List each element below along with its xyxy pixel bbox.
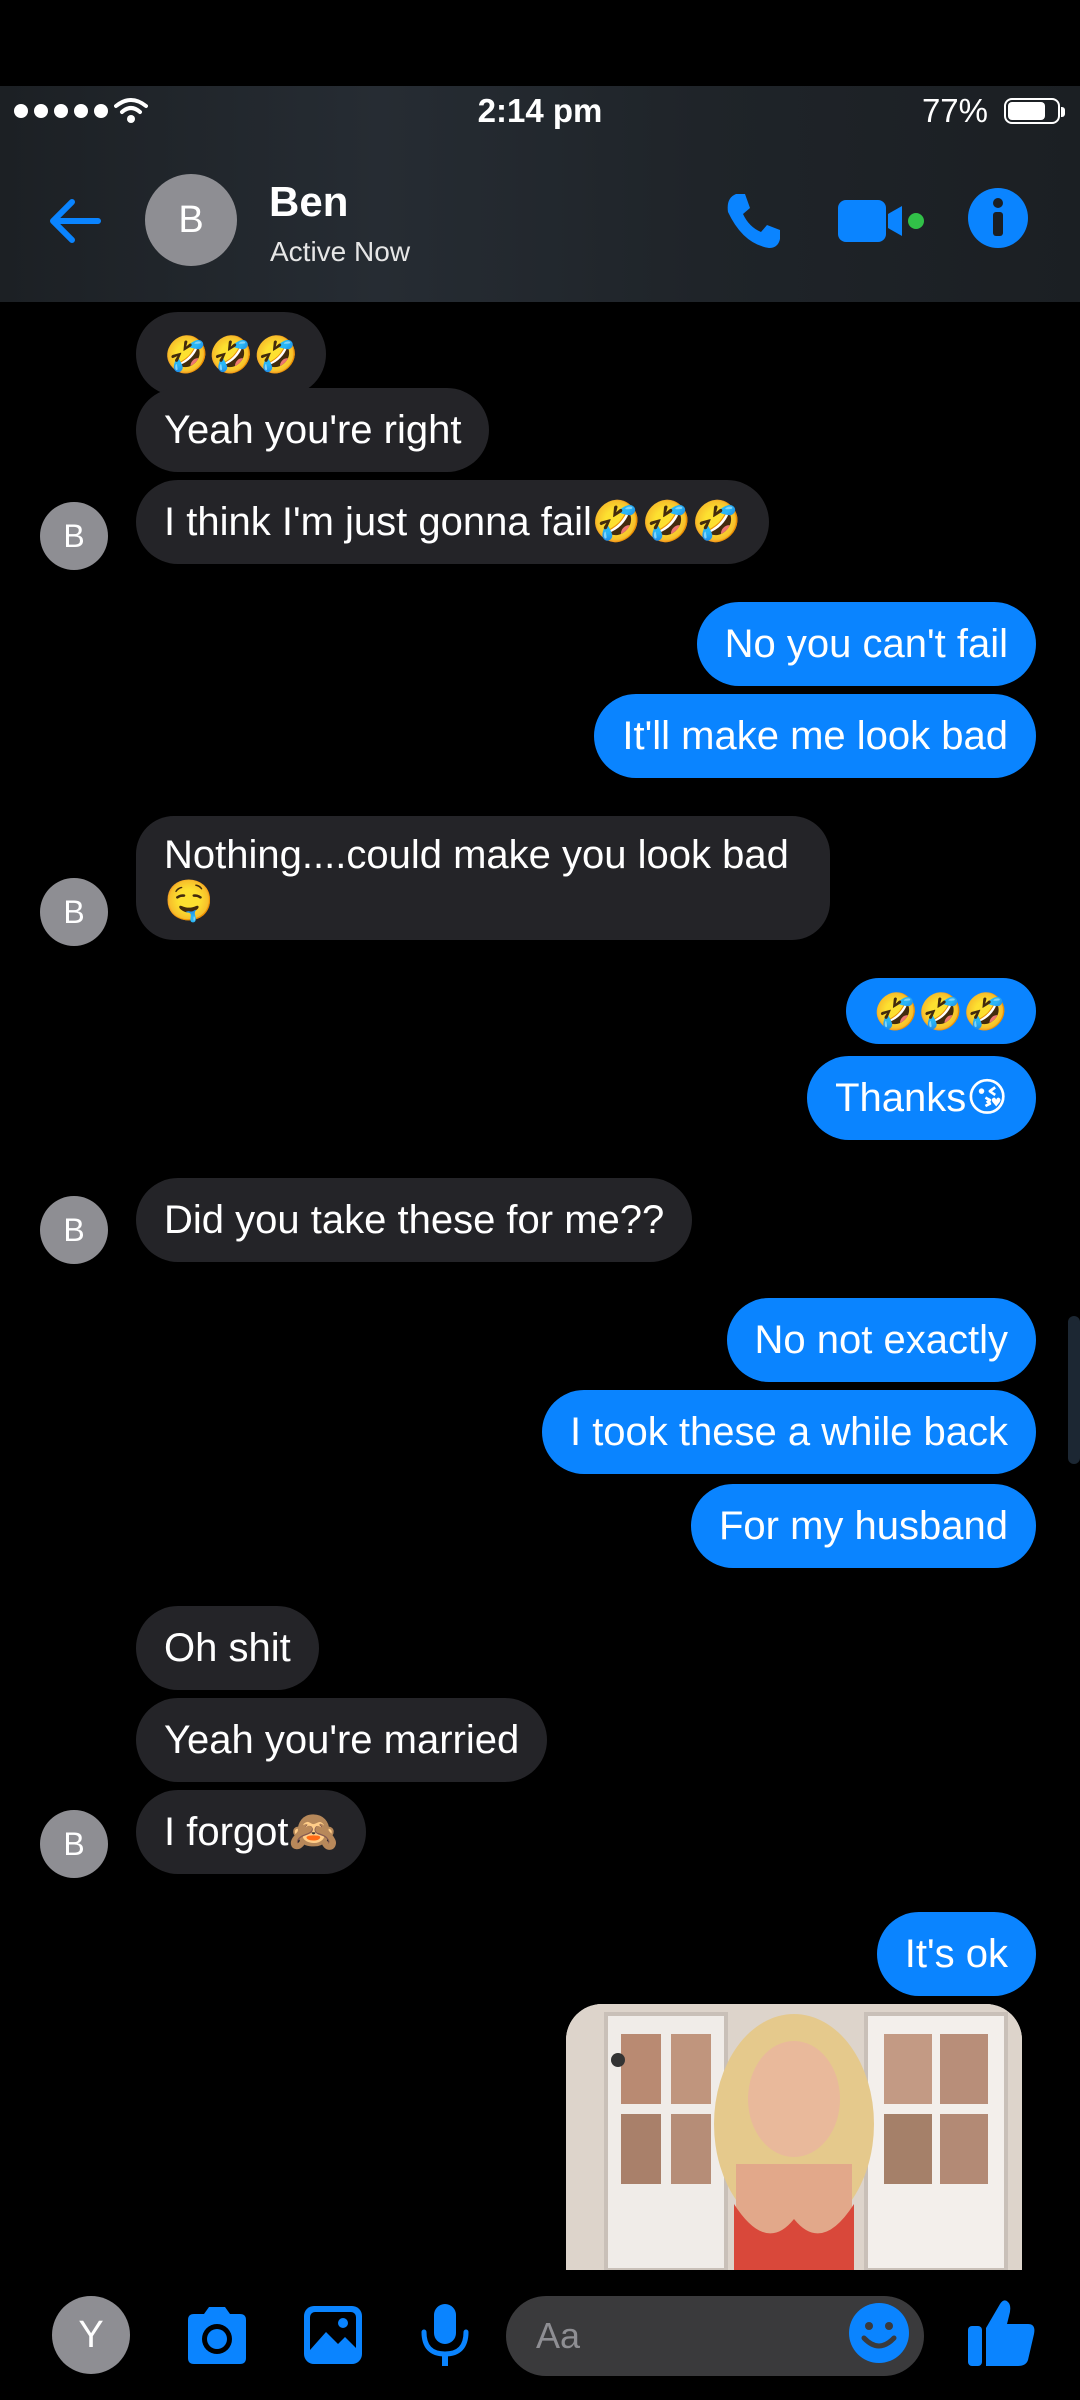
message-bubble-incoming[interactable]: Yeah you're married xyxy=(136,1698,548,1782)
message-bubble-outgoing[interactable]: No not exactly xyxy=(726,1298,1036,1382)
message-bubble-incoming[interactable]: Yeah you're right xyxy=(136,388,490,472)
thumbs-up-icon[interactable] xyxy=(964,2294,1040,2370)
messenger-chat-screen: 2:14 pm 77% B Ben Active Now 🤣🤣🤣 Yeah yo… xyxy=(0,0,1080,2400)
video-camera-icon[interactable] xyxy=(836,196,928,246)
message-bubble-outgoing[interactable]: No you can't fail xyxy=(696,602,1036,686)
message-bubble-incoming[interactable]: Nothing....could make you look bad 🤤 xyxy=(136,816,830,940)
status-time: 2:14 pm xyxy=(477,92,603,129)
phone-icon[interactable] xyxy=(718,186,788,256)
message-bubble-incoming[interactable]: I forgot🙈 xyxy=(136,1790,367,1874)
battery-percent: 77% xyxy=(921,92,988,129)
image-icon[interactable] xyxy=(298,2300,368,2370)
photo-image xyxy=(566,2004,1022,2270)
sender-avatar[interactable]: B xyxy=(40,1810,108,1878)
user-avatar[interactable]: Y xyxy=(52,2296,130,2374)
back-arrow-icon[interactable] xyxy=(40,186,110,256)
message-bubble-outgoing[interactable]: Thanks😘 xyxy=(807,1056,1036,1140)
contact-status: Active Now xyxy=(270,236,411,267)
message-bubble-outgoing[interactable]: 🤣🤣🤣 xyxy=(845,978,1036,1044)
sender-avatar[interactable]: B xyxy=(40,878,108,946)
scroll-indicator[interactable] xyxy=(1068,1316,1080,1464)
message-bubble-incoming[interactable]: Did you take these for me?? xyxy=(136,1178,693,1262)
message-bubble-incoming[interactable]: Oh shit xyxy=(136,1606,319,1690)
message-bubble-incoming[interactable]: 🤣🤣🤣 xyxy=(136,312,327,396)
camera-icon[interactable] xyxy=(182,2300,252,2370)
sender-avatar[interactable]: B xyxy=(40,502,108,570)
sender-avatar[interactable]: B xyxy=(40,1196,108,1264)
message-bubble-outgoing[interactable]: I took these a while back xyxy=(541,1390,1036,1474)
info-icon[interactable] xyxy=(966,186,1030,250)
microphone-icon[interactable] xyxy=(410,2300,480,2370)
photo-attachment[interactable] xyxy=(566,2004,1022,2270)
message-bubble-outgoing[interactable]: For my husband xyxy=(690,1484,1036,1568)
emoji-icon[interactable] xyxy=(846,2300,912,2366)
contact-name[interactable]: Ben xyxy=(269,178,348,226)
message-bubble-outgoing[interactable]: It's ok xyxy=(876,1912,1036,1996)
battery-icon xyxy=(1004,98,1065,124)
message-bubble-outgoing[interactable]: It'll make me look bad xyxy=(594,694,1036,778)
message-bubble-incoming[interactable]: I think I'm just gonna fail🤣🤣🤣 xyxy=(136,480,770,564)
contact-avatar[interactable]: B xyxy=(145,174,237,266)
